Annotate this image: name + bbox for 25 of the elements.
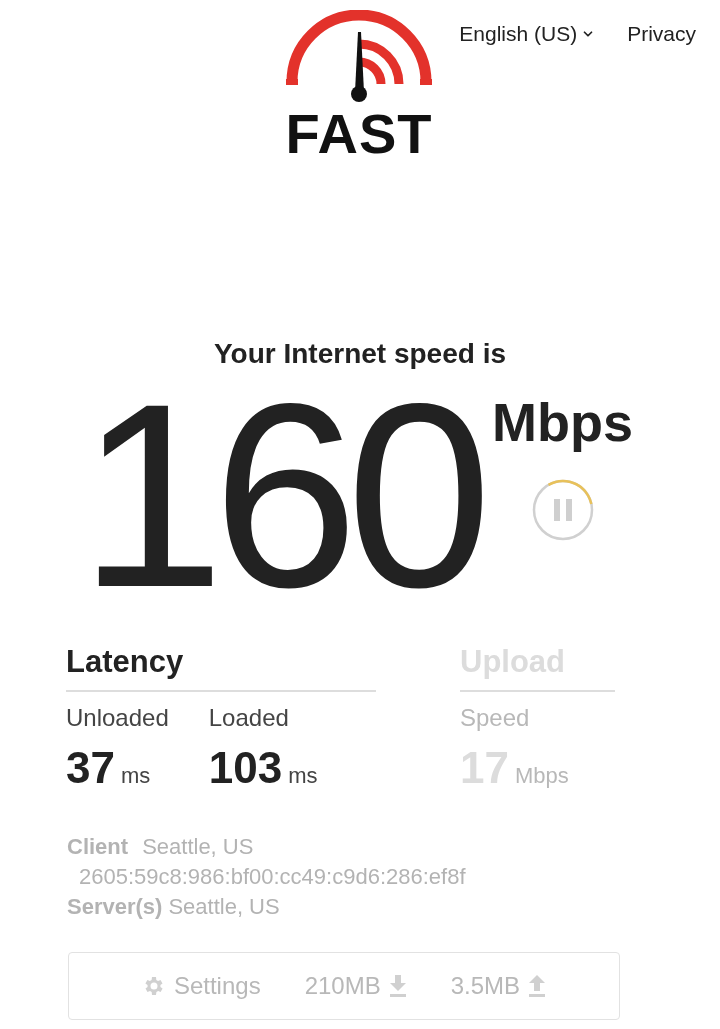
metric-title: Latency — [66, 643, 185, 681]
speed-value: 160 — [78, 376, 481, 616]
metric-value: 103 — [208, 742, 283, 794]
metric-label: Loaded — [208, 703, 290, 733]
speed-unit: Mbps — [492, 391, 634, 454]
metric-value: 37 — [66, 742, 115, 794]
client-location: Seattle, US — [142, 833, 254, 861]
download-icon — [388, 975, 407, 997]
metric-label: Speed — [460, 703, 531, 733]
metric-unit: Mbps — [514, 762, 569, 790]
language-selector[interactable]: English (US) — [459, 18, 596, 50]
server-location: Seattle, US — [168, 893, 280, 921]
upload-size: 3.5MB — [450, 971, 521, 1001]
pause-button[interactable] — [530, 478, 595, 542]
metric-unit: ms — [288, 762, 318, 790]
upload-icon — [528, 975, 547, 997]
client-label: Client — [67, 833, 129, 861]
speed-heading: Your Internet speed is — [214, 337, 506, 371]
privacy-link[interactable]: Privacy — [627, 18, 696, 50]
download-size: 210MB — [304, 971, 381, 1001]
logo-wordmark: FAST — [285, 108, 433, 160]
server-label: Server(s) — [67, 893, 163, 921]
client-ip: 2605:59c8:986:bf00:cc49:c9d6:286:ef8f — [78, 863, 467, 891]
metric-label: Unloaded — [66, 703, 169, 733]
metric-unit: ms — [120, 762, 151, 790]
